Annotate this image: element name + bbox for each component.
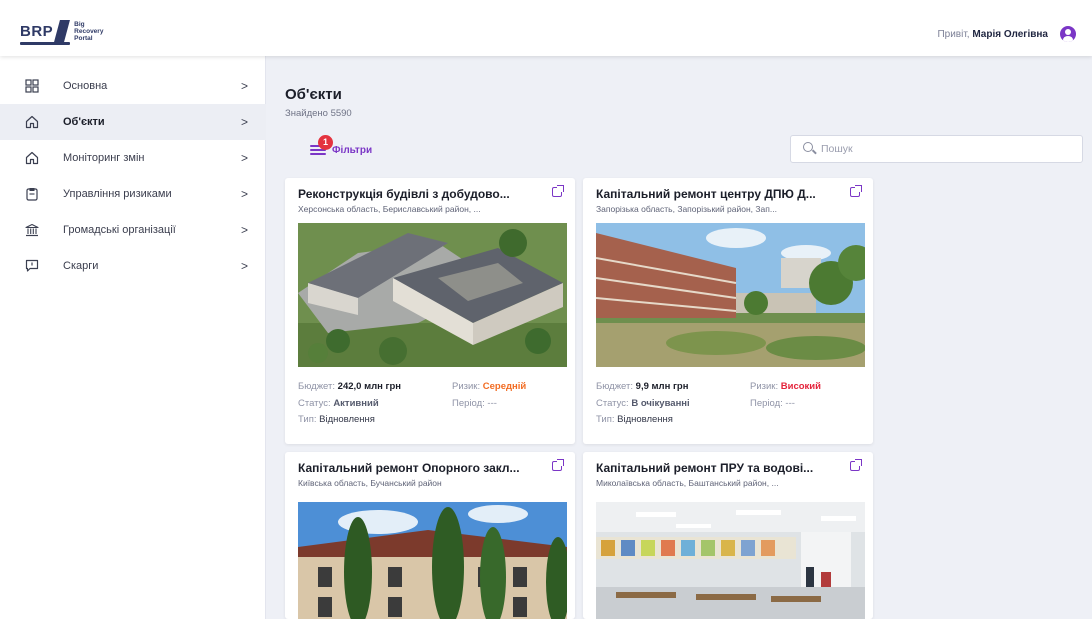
filters-label: Фільтри (332, 144, 373, 156)
budget-value: 9,9 млн грн (635, 381, 689, 392)
brp-logo[interactable]: BRP Big Recovery Portal (20, 20, 104, 45)
budget-field: Бюджет: 9,9 млн грн (596, 381, 689, 392)
sidebar-item-label: Моніторинг змін (63, 152, 145, 164)
card-image (596, 502, 865, 619)
search-placeholder: Пошук (821, 143, 853, 155)
chevron-right-icon: > (241, 151, 249, 165)
card-location: Миколаївська область, Баштанський район,… (596, 478, 779, 488)
external-link-icon[interactable] (552, 185, 564, 197)
sidebar-item-objects[interactable]: Об'єкти > (0, 104, 266, 140)
status-field: Статус: Активний (298, 398, 379, 409)
card-image (596, 223, 865, 367)
sidebar-item-complaints[interactable]: Скарги > (0, 248, 266, 284)
type-value: Відновлення (617, 414, 673, 425)
object-card[interactable]: Реконструкція будівлі з добудово... Херс… (285, 178, 575, 444)
logo-text: Big Recovery Portal (74, 20, 104, 42)
risk-field: Ризик: Високий (750, 381, 821, 392)
card-title[interactable]: Реконструкція будівлі з добудово... (298, 187, 546, 201)
budget-field: Бюджет: 242,0 млн грн (298, 381, 402, 392)
sidebar-item-risks[interactable]: Управління ризиками > (0, 176, 266, 212)
bank-icon (25, 223, 39, 237)
filters-button[interactable]: 1 Фільтри (310, 135, 373, 161)
budget-value: 242,0 млн грн (337, 381, 402, 392)
filter-icon: 1 (310, 135, 333, 157)
status-value: Активний (333, 398, 379, 409)
status-field: Статус: В очікуванні (596, 398, 690, 409)
chevron-right-icon: > (241, 79, 249, 93)
sidebar-item-main[interactable]: Основна > (0, 68, 266, 104)
sidebar-item-organizations[interactable]: Громадські організації > (0, 212, 266, 248)
sidebar-item-monitoring[interactable]: Моніторинг змін > (0, 140, 266, 176)
clipboard-icon (26, 188, 38, 201)
logo-mark: BRP (20, 23, 70, 45)
sidebar-item-label: Скарги (63, 260, 99, 272)
page-title: Об'єкти (285, 86, 342, 103)
home-icon (25, 115, 39, 129)
chevron-right-icon: > (241, 115, 249, 129)
period-value: --- (487, 398, 497, 409)
sidebar-item-label: Громадські організації (63, 224, 176, 236)
sidebar-item-label: Основна (63, 80, 108, 92)
home-icon (25, 151, 39, 165)
sidebar: Основна > Об'єкти > Моніторинг змін > Уп… (0, 56, 266, 619)
card-location: Херсонська область, Бериславський район,… (298, 204, 481, 214)
external-link-icon[interactable] (552, 459, 564, 471)
object-card[interactable]: Капітальний ремонт центру ДПЮ Д... Запор… (583, 178, 873, 444)
risk-value: Середній (482, 381, 527, 392)
logo-divider (54, 20, 71, 42)
type-value: Відновлення (319, 414, 375, 425)
sidebar-item-label: Управління ризиками (63, 188, 172, 200)
risk-field: Ризик: Середній (452, 381, 527, 392)
user-greeting: Привіт, Марія Олегівна (937, 29, 1048, 40)
chevron-right-icon: > (241, 187, 249, 201)
type-field: Тип: Відновлення (596, 414, 673, 425)
period-field: Період: --- (452, 398, 497, 409)
period-field: Період: --- (750, 398, 795, 409)
filter-count-badge: 1 (318, 135, 333, 150)
search-input[interactable]: Пошук (790, 135, 1083, 163)
status-value: В очікуванні (631, 398, 690, 409)
card-location: Київська область, Бучанський район (298, 478, 442, 488)
sidebar-item-label: Об'єкти (63, 116, 105, 128)
card-title[interactable]: Капітальний ремонт ПРУ та водові... (596, 461, 844, 475)
object-card[interactable]: Капітальний ремонт Опорного закл... Київ… (285, 452, 575, 619)
external-link-icon[interactable] (850, 459, 862, 471)
user-name[interactable]: Марія Олегівна (972, 29, 1048, 40)
card-title[interactable]: Капітальний ремонт центру ДПЮ Д... (596, 187, 844, 201)
top-header: BRP Big Recovery Portal Привіт, Марія Ол… (0, 0, 1092, 56)
card-image (298, 502, 567, 619)
external-link-icon[interactable] (850, 185, 862, 197)
comment-icon (25, 259, 39, 272)
risk-value: Високий (780, 381, 821, 392)
card-title[interactable]: Капітальний ремонт Опорного закл... (298, 461, 546, 475)
results-count: Знайдено 5590 (285, 108, 352, 119)
chevron-right-icon: > (241, 259, 249, 273)
card-location: Запорізька область, Запорізький район, З… (596, 204, 777, 214)
period-value: --- (785, 398, 795, 409)
grid-icon (25, 79, 39, 93)
type-field: Тип: Відновлення (298, 414, 375, 425)
object-card[interactable]: Капітальний ремонт ПРУ та водові... Мико… (583, 452, 873, 619)
search-icon (803, 142, 813, 152)
card-image (298, 223, 567, 367)
user-avatar-icon[interactable] (1060, 26, 1076, 42)
chevron-right-icon: > (241, 223, 249, 237)
